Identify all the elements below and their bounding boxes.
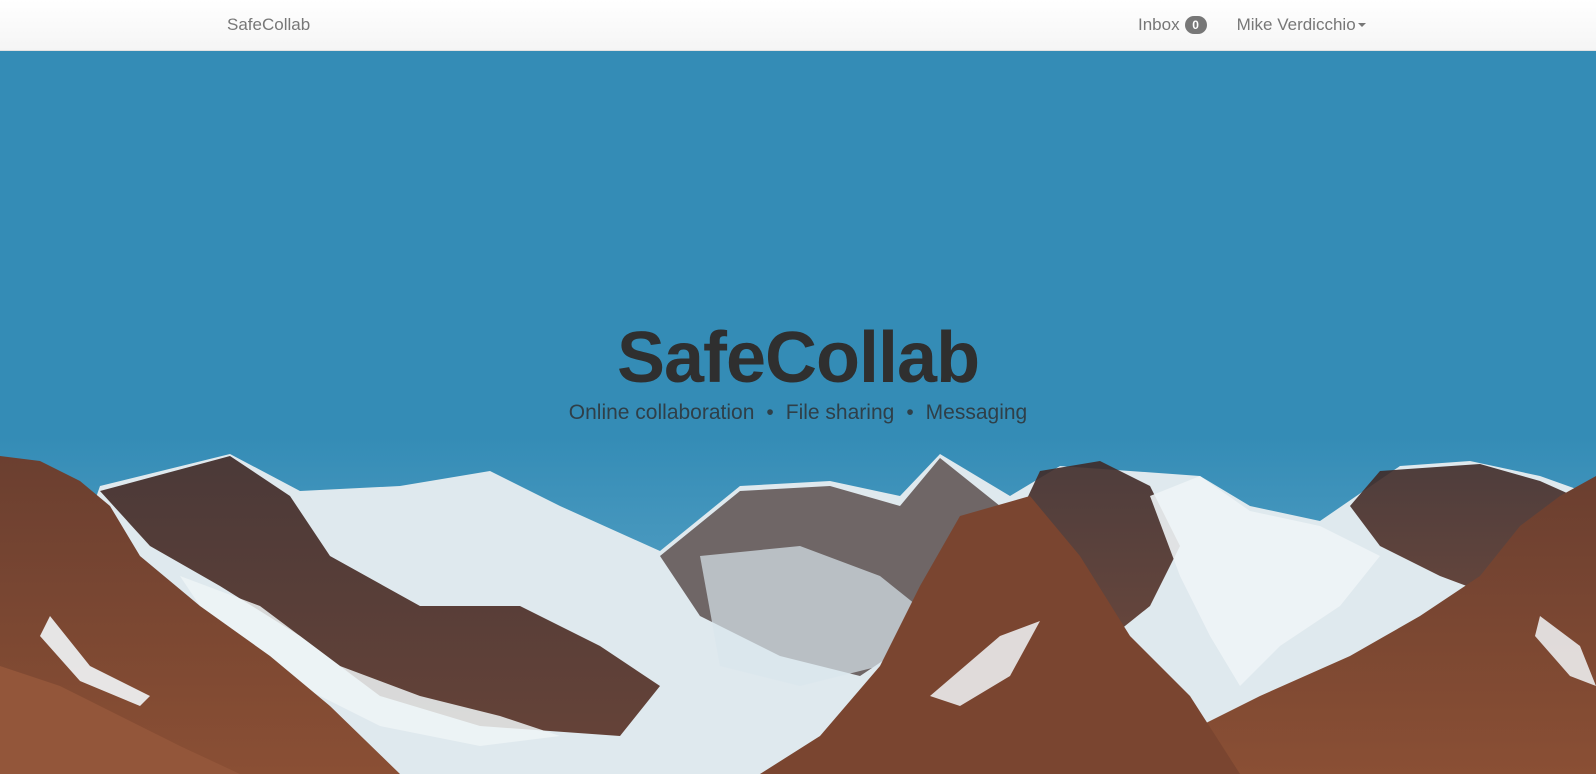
user-menu-dropdown[interactable]: Mike Verdicchio <box>1237 15 1366 35</box>
separator-dot: • <box>766 401 774 424</box>
user-name: Mike Verdicchio <box>1236 15 1356 34</box>
navbar-right: Inbox 0 Mike Verdicchio <box>1138 15 1366 35</box>
feature-file-sharing: File sharing <box>785 401 895 424</box>
hero-title: SafeCollab <box>616 318 980 398</box>
brand-link[interactable]: SafeCollab <box>227 15 310 35</box>
top-navbar: SafeCollab Inbox 0 Mike Verdicchio <box>0 0 1596 51</box>
caret-down-icon <box>1357 23 1366 27</box>
hero-section: SafeCollab Online collaboration • File sha… <box>0 51 1596 774</box>
inbox-label: Inbox <box>1138 15 1180 34</box>
feature-online-collaboration: Online collaboration <box>568 401 755 424</box>
inbox-count-badge: 0 <box>1184 16 1207 34</box>
mountain-background-image <box>0 436 1596 774</box>
inbox-link[interactable]: Inbox 0 <box>1138 15 1207 35</box>
hero-tagline: Online collaboration • File sharing • Messag… <box>0 401 1596 425</box>
feature-messaging: Messaging <box>925 401 1028 424</box>
separator-dot: • <box>906 401 914 424</box>
